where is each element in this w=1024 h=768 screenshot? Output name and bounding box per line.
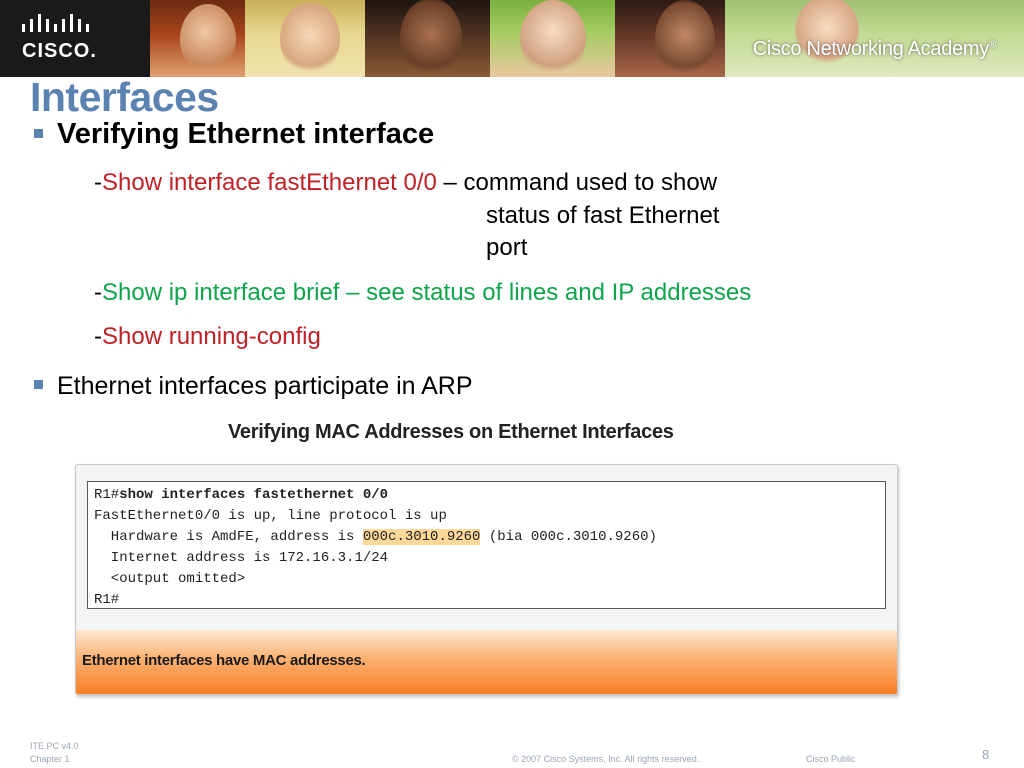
banner-face	[520, 0, 586, 77]
figure-panel: R1#show interfaces fastethernet 0/0 Fast…	[75, 464, 898, 695]
footer-copyright: © 2007 Cisco Systems, Inc. All rights re…	[512, 754, 700, 764]
footer-chapter: Chapter 1	[30, 754, 70, 764]
bullet-heading: Verifying Ethernet interface	[57, 118, 435, 150]
sub-item-continuation: status of fast Ethernet	[486, 202, 720, 229]
terminal-line: R1#show interfaces fastethernet 0/0	[94, 487, 389, 503]
banner-face	[655, 0, 715, 77]
command-text: Show interface fastEthernet 0/0	[102, 169, 437, 196]
cisco-wordmark: CISCO.	[22, 40, 97, 62]
sub-item-show-running-config: -Show running-config	[94, 323, 321, 350]
terminal-output: R1#show interfaces fastethernet 0/0 Fast…	[87, 481, 886, 609]
sub-item-continuation: port	[486, 234, 528, 261]
mac-address-highlight: 000c.3010.9260	[362, 529, 481, 545]
cisco-logo: CISCO.	[20, 14, 140, 64]
footer-classification: Cisco Public	[806, 754, 856, 764]
footer-course: ITE PC v4.0	[30, 741, 79, 751]
terminal-line: Hardware is AmdFE, address is 000c.3010.…	[94, 529, 657, 545]
terminal-line: FastEthernet0/0 is up, line protocol is …	[94, 508, 447, 524]
terminal-line: R1#	[94, 592, 120, 608]
bullet-square-icon	[34, 129, 43, 138]
figure-note: Ethernet interfaces have MAC addresses.	[82, 652, 366, 669]
figure-note-bar: Ethernet interfaces have MAC addresses.	[76, 630, 897, 694]
slide-title: Interfaces	[30, 74, 219, 120]
banner-face	[280, 2, 340, 76]
banner-face	[180, 4, 236, 74]
bullet-text-arp: Ethernet interfaces participate in ARP	[57, 372, 473, 400]
banner-face	[400, 0, 462, 77]
sub-item-show-interface: -Show interface fastEthernet 0/0 – comma…	[94, 169, 718, 196]
academy-title: Cisco Networking Academy®	[752, 38, 997, 60]
terminal-line: Internet address is 172.16.3.1/24	[94, 550, 389, 566]
cisco-bridge-icon	[22, 14, 89, 32]
header-banner: CISCO. Cisco Networking Academy®	[0, 0, 1024, 77]
sub-item-show-ip-brief: -Show ip interface brief – see status of…	[94, 279, 752, 306]
figure-caption: Verifying MAC Addresses on Ethernet Inte…	[228, 421, 674, 443]
bullet-square-icon	[34, 380, 43, 389]
terminal-line: <output omitted>	[94, 571, 246, 587]
page-number: 8	[982, 747, 990, 762]
